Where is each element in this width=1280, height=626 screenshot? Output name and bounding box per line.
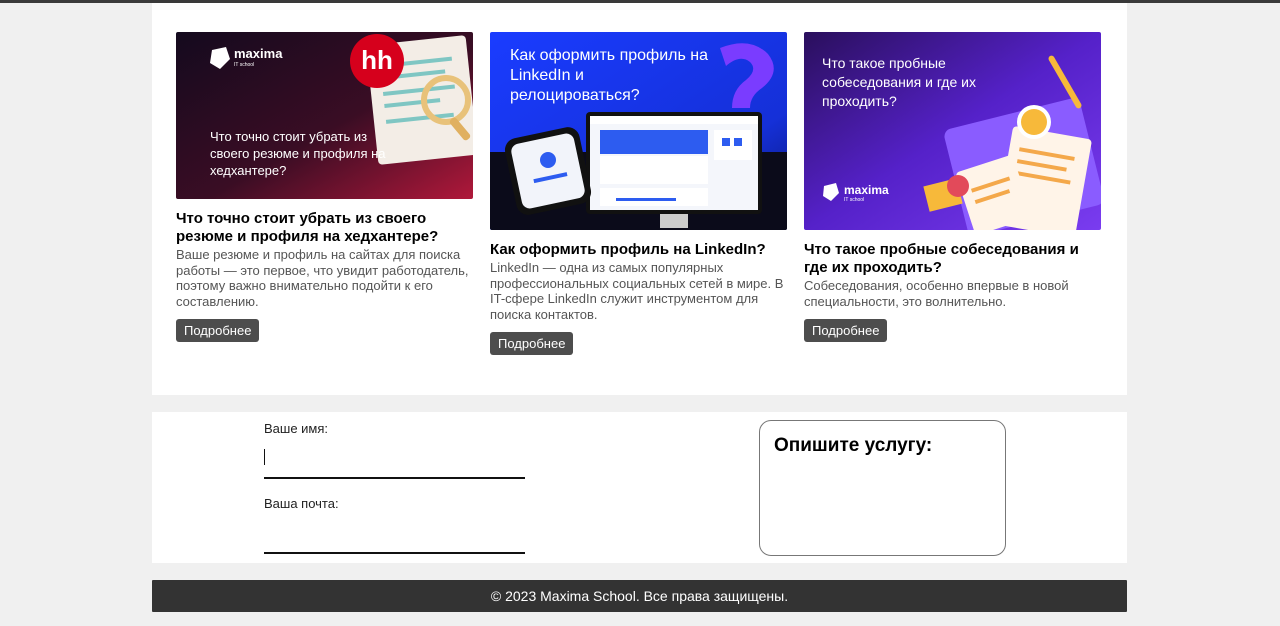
text-caret <box>264 449 265 465</box>
article-image-linkedin[interactable]: Как оформить профиль на LinkedIn и релоц… <box>490 32 787 230</box>
svg-text:maxima: maxima <box>844 183 889 197</box>
article-title[interactable]: Что точно стоит убрать из своего резюме … <box>176 210 473 246</box>
article-card-linkedin: Как оформить профиль на LinkedIn и релоц… <box>490 32 787 355</box>
article-title[interactable]: Как оформить профиль на LinkedIn? <box>490 241 787 259</box>
banner-text: Что точно стоит убрать из своего резюме … <box>210 129 386 178</box>
article-image-interviews[interactable]: maxima IT school Что такое пробные собес… <box>804 32 1101 230</box>
phone-illustration <box>504 127 592 215</box>
banner-text: Что такое пробные собеседования и где их… <box>822 55 976 109</box>
article-card-interviews: maxima IT school Что такое пробные собес… <box>804 32 1101 342</box>
svg-text:hh: hh <box>361 45 393 75</box>
banner-text: Как оформить профиль на LinkedIn и релоц… <box>510 47 708 104</box>
contact-form: Ваше имя: Ваша почта: Опишите услугу: <box>152 412 1127 563</box>
copyright-text: © 2023 Maxima School. Все права защищены… <box>490 588 789 604</box>
monitor-illustration <box>586 112 762 228</box>
name-input[interactable] <box>264 455 525 479</box>
article-image-hh[interactable]: hh maxima IT school Что точно стоит убра… <box>176 32 473 199</box>
service-title: Опишите услугу: <box>774 435 933 456</box>
read-more-button[interactable]: Подробнее <box>804 319 888 342</box>
article-description: Собеседования, особенно впервые в новой … <box>804 278 1069 309</box>
read-more-button[interactable]: Подробнее <box>490 332 574 355</box>
article-description: Ваше резюме и профиль на сайтах для поис… <box>176 247 469 309</box>
article-title[interactable]: Что такое пробные собеседования и где их… <box>804 241 1101 277</box>
svg-text:IT school: IT school <box>844 197 864 203</box>
read-more-button[interactable]: Подробнее <box>176 319 260 342</box>
email-label: Ваша почта: <box>264 496 339 511</box>
article-description: LinkedIn — одна из самых популярных проф… <box>490 260 784 322</box>
footer: © 2023 Maxima School. Все права защищены… <box>152 580 1127 612</box>
hh-badge-icon: hh <box>350 34 404 88</box>
service-description-box[interactable]: Опишите услугу: <box>759 420 1006 556</box>
articles-section: hh maxima IT school Что точно стоит убра… <box>152 3 1127 395</box>
name-label: Ваше имя: <box>264 421 329 436</box>
article-card-hh: hh maxima IT school Что точно стоит убра… <box>176 32 473 342</box>
svg-text:IT school: IT school <box>234 62 254 68</box>
email-input[interactable] <box>264 530 525 554</box>
svg-text:maxima: maxima <box>234 46 283 61</box>
